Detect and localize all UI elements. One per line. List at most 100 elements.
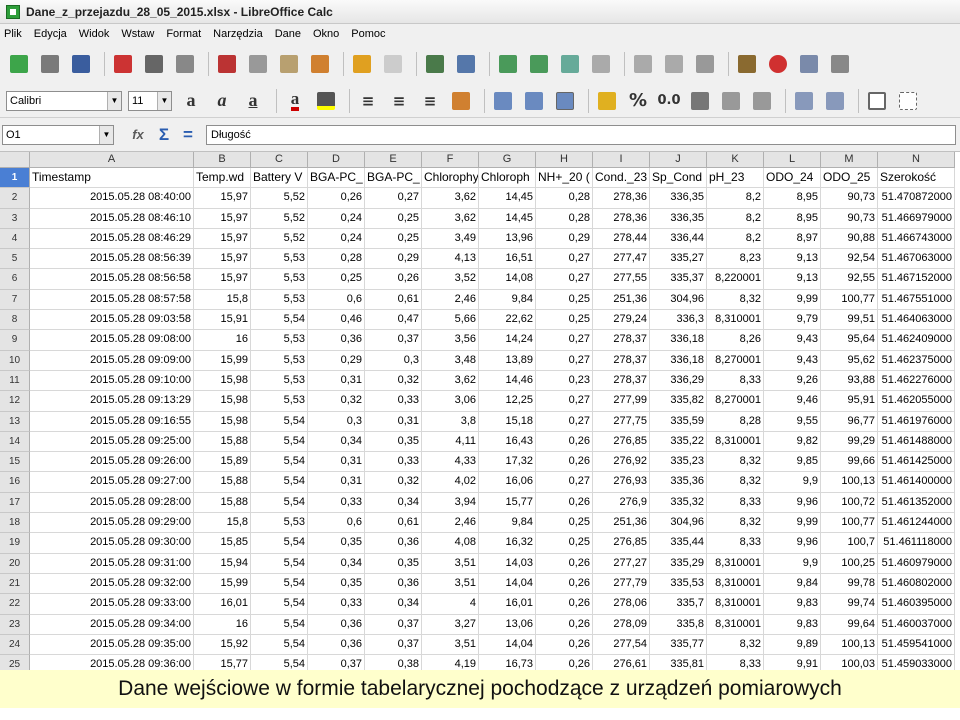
data-cell[interactable]: 51.462409000 [878,330,955,351]
data-cell[interactable]: 0,28 [536,188,593,209]
data-cell[interactable]: 5,53 [251,350,308,371]
data-cell[interactable]: 15,99 [194,350,251,371]
data-cell[interactable]: 3,62 [422,208,479,229]
data-cell[interactable]: 2015.05.28 09:26:00 [30,452,194,473]
data-cell[interactable]: 8,33 [707,533,764,554]
spelling-button[interactable] [422,51,448,77]
open-button[interactable] [37,51,63,77]
data-cell[interactable]: 0,26 [536,553,593,574]
data-cell[interactable]: 2015.05.28 09:30:00 [30,533,194,554]
data-cell[interactable]: 4,08 [422,533,479,554]
menu-plik[interactable]: Plik [4,28,28,40]
data-cell[interactable]: 0,35 [365,553,422,574]
data-cell[interactable]: 0,27 [365,188,422,209]
data-cell[interactable]: 336,35 [650,188,707,209]
data-cell[interactable]: 0,36 [308,634,365,656]
menu-dane[interactable]: Dane [275,28,307,40]
underline-button[interactable]: a [240,88,266,114]
data-cell[interactable]: 335,37 [650,269,707,290]
data-cell[interactable]: 0,26 [536,452,593,473]
chevron-down-icon[interactable]: ▼ [157,91,171,110]
row-header[interactable]: 6 [0,269,30,290]
formula-icon[interactable]: = [176,125,200,145]
column-header-m[interactable]: M [821,152,878,168]
data-cell[interactable]: 277,99 [593,391,650,412]
data-cell[interactable]: 0,27 [536,411,593,432]
data-cell[interactable]: 0,26 [536,431,593,453]
data-cell[interactable]: 276,85 [593,431,650,453]
menu-widok[interactable]: Widok [79,28,116,40]
data-cell[interactable]: 9,99 [764,289,821,311]
data-cell[interactable]: 335,29 [650,553,707,574]
data-cell[interactable]: 0,27 [536,350,593,371]
row-header[interactable]: 11 [0,370,30,392]
data-cell[interactable]: 5,54 [251,411,308,432]
data-cell[interactable]: 0,25 [365,228,422,250]
data-cell[interactable]: 2015.05.28 09:32:00 [30,573,194,595]
data-cell[interactable]: 3,06 [422,391,479,412]
data-cell[interactable]: 12,25 [479,391,536,412]
column-header-n[interactable]: N [878,152,955,168]
data-cell[interactable]: 0,34 [365,492,422,514]
data-cell[interactable]: 276,85 [593,533,650,554]
data-cell[interactable]: 5,54 [251,533,308,554]
data-cell[interactable]: 9,96 [764,533,821,554]
data-cell[interactable]: 335,27 [650,249,707,270]
function-wizard-icon[interactable]: fx [124,127,152,142]
chevron-down-icon[interactable]: ▼ [99,125,113,144]
data-cell[interactable]: 51.461425000 [878,452,955,473]
data-cell[interactable]: 4,11 [422,431,479,453]
insert-row-button[interactable] [557,51,583,77]
row-header[interactable]: 14 [0,431,30,453]
data-cell[interactable]: 336,35 [650,208,707,229]
data-cell[interactable]: 0,27 [536,391,593,412]
row-header[interactable]: 18 [0,513,30,534]
new-document-button[interactable] [6,51,32,77]
row-header[interactable]: 23 [0,614,30,635]
data-cell[interactable]: 15,97 [194,208,251,229]
data-cell[interactable]: 15,94 [194,553,251,574]
data-cell[interactable]: 9,26 [764,370,821,392]
data-cell[interactable]: 335,7 [650,594,707,615]
header-cell[interactable]: Szerokość [878,168,955,189]
data-cell[interactable]: 5,54 [251,452,308,473]
data-cell[interactable]: 9,82 [764,431,821,453]
row-header[interactable]: 2 [0,188,30,209]
data-cell[interactable]: 5,52 [251,228,308,250]
column-header-c[interactable]: C [251,152,308,168]
data-cell[interactable]: 0,26 [536,573,593,595]
sort-descending-button[interactable] [661,51,687,77]
data-cell[interactable]: 8,2 [707,228,764,250]
data-cell[interactable]: 5,54 [251,472,308,493]
autofilter-button[interactable] [692,51,718,77]
save-button[interactable] [68,51,94,77]
bold-button[interactable]: a [178,88,204,114]
data-cell[interactable]: 278,37 [593,350,650,371]
data-cell[interactable]: 2015.05.28 08:40:00 [30,188,194,209]
data-cell[interactable]: 14,03 [479,553,536,574]
data-cell[interactable]: 5,53 [251,249,308,270]
data-cell[interactable]: 17,32 [479,452,536,473]
data-cell[interactable]: 2015.05.28 09:35:00 [30,634,194,656]
data-cell[interactable]: 5,54 [251,573,308,595]
data-cell[interactable]: 51.461118000 [878,533,955,554]
data-cell[interactable]: 2015.05.28 09:29:00 [30,513,194,534]
data-cell[interactable]: 5,52 [251,188,308,209]
data-cell[interactable]: 2015.05.28 09:25:00 [30,431,194,453]
data-cell[interactable]: 278,06 [593,594,650,615]
column-header-g[interactable]: G [479,152,536,168]
data-cell[interactable]: 8,95 [764,188,821,209]
data-cell[interactable]: 9,83 [764,594,821,615]
data-cell[interactable]: 0,31 [308,370,365,392]
row-header[interactable]: 1 [0,168,30,189]
row-header[interactable]: 12 [0,391,30,412]
data-cell[interactable]: 5,54 [251,431,308,453]
data-cell[interactable]: 3,56 [422,330,479,351]
data-cell[interactable]: 0,37 [365,614,422,635]
undo-button[interactable] [349,51,375,77]
data-cell[interactable]: 4,02 [422,472,479,493]
insert-chart-button[interactable] [765,51,791,77]
data-cell[interactable]: 15,88 [194,492,251,514]
data-cell[interactable]: 276,92 [593,452,650,473]
data-cell[interactable]: 51.461352000 [878,492,955,514]
